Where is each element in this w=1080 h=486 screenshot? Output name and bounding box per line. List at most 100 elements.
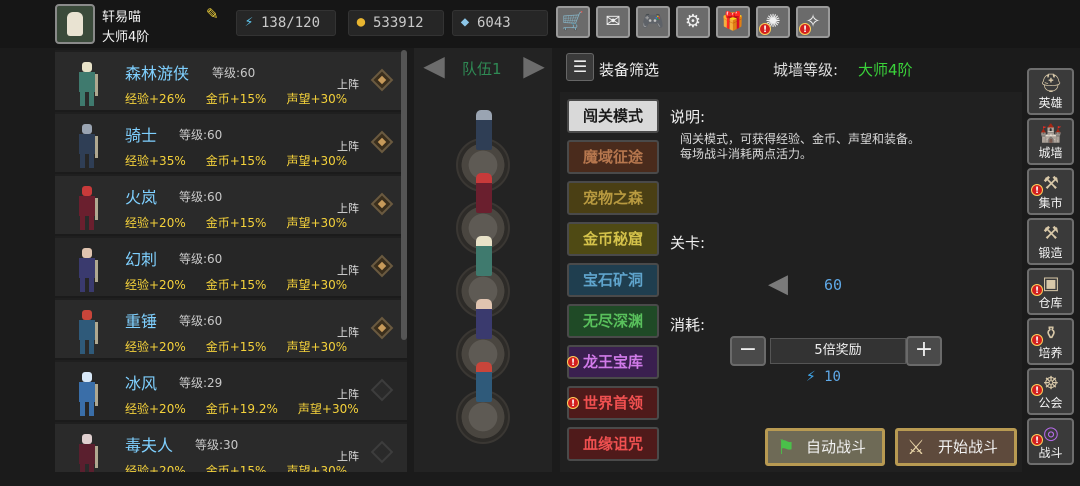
hero-sprite: [67, 430, 107, 472]
stage-label: 关卡:: [670, 234, 706, 252]
hero-name: 重锤: [125, 312, 158, 331]
side-menu-label: 公会: [1038, 396, 1063, 410]
hero-list[interactable]: 森林游侠 等级:60 经验+26% 金币+15% 声望+30% 上阵 骑士 等级:60 经验+3…: [55, 50, 407, 472]
hero-gold-bonus: 金币+15%: [205, 216, 267, 230]
mode-label: 无尽深渊: [582, 312, 643, 330]
gem-icon: ◆: [460, 14, 470, 30]
lightning-icon: ⚡: [806, 366, 816, 385]
hero-exp-bonus: 经验+20%: [125, 216, 186, 230]
side-menu-battle-portal[interactable]: ◎ 战斗!: [1027, 418, 1074, 465]
deploy-toggle-icon[interactable]: [370, 316, 394, 340]
equipment-filter-button[interactable]: ☰: [566, 53, 594, 81]
mode-button[interactable]: 宝石矿洞: [567, 263, 659, 297]
team-prev-arrow-icon[interactable]: ◀: [418, 52, 450, 82]
hero-fame-bonus: 声望+30%: [286, 92, 348, 106]
mode-button[interactable]: 无尽深渊: [567, 304, 659, 338]
mode-button[interactable]: 世界首领!: [567, 386, 659, 420]
settings-gear-icon: ⚙: [684, 11, 702, 32]
anvil-icon: ⚒: [1042, 223, 1060, 244]
hero-sprite: [67, 244, 107, 294]
hero-name: 骑士: [125, 126, 158, 145]
hero-gold-bonus: 金币+15%: [205, 92, 267, 106]
side-menu-castle-wall[interactable]: 🏰 城墙: [1027, 118, 1074, 165]
team-hero-sprite: [476, 236, 492, 276]
deploy-toggle-icon[interactable]: [370, 68, 394, 92]
settings-gear-button[interactable]: ⚙: [676, 6, 710, 38]
description-line-1: 闯关模式，可获得经验、金币、声望和装备。: [680, 132, 921, 146]
hero-bonuses: 经验+26% 金币+15% 声望+30%: [125, 90, 367, 107]
mode-label: 金币秘窟: [582, 230, 643, 248]
deploy-toggle-icon[interactable]: [370, 130, 394, 154]
mode-label: 魔域征途: [582, 148, 643, 166]
alert-badge: !: [1031, 384, 1043, 396]
team-slot[interactable]: [456, 362, 510, 444]
equipment-filter-label: 装备筛选: [599, 61, 660, 79]
hero-row[interactable]: 幻刺 等级:60 经验+20% 金币+15% 声望+30% 上阵: [55, 238, 407, 298]
hero-level: 等级:60: [179, 314, 223, 328]
multiplier-increase-button[interactable]: +: [906, 336, 942, 366]
hero-list-scrollbar[interactable]: [401, 50, 407, 340]
deploy-toggle-icon[interactable]: [370, 254, 394, 278]
hero-deploy-label: 上阵: [337, 388, 359, 401]
mode-button[interactable]: 魔域征途: [567, 140, 659, 174]
team-hero-sprite: [476, 299, 492, 339]
side-menu-anvil[interactable]: ⚒ 锻造: [1027, 218, 1074, 265]
mode-label: 宠物之森: [582, 189, 643, 207]
gift-button[interactable]: 🎁: [716, 6, 750, 38]
deploy-toggle-icon[interactable]: [370, 378, 394, 402]
shop-cart-button[interactable]: 🛒: [556, 6, 590, 38]
mode-label: 宝石矿洞: [582, 271, 643, 289]
deploy-toggle-icon[interactable]: [370, 192, 394, 216]
player-avatar[interactable]: [55, 4, 95, 44]
mode-button[interactable]: 金币秘窟: [567, 222, 659, 256]
side-menu-label: 集市: [1038, 196, 1063, 210]
hero-name: 毒夫人: [125, 436, 174, 455]
side-menu-label: 仓库: [1038, 296, 1063, 310]
hero-sprite: [67, 120, 107, 170]
mode-button[interactable]: 血缘诅咒: [567, 427, 659, 461]
hero-bonuses: 经验+35% 金币+15% 声望+30%: [125, 152, 367, 169]
auto-battle-button[interactable]: ⚑ 自动战斗: [765, 428, 885, 466]
mode-button[interactable]: 闯关模式: [567, 99, 659, 133]
side-menu-training[interactable]: ⚱ 培养!: [1027, 318, 1074, 365]
hero-bonuses: 经验+20% 金币+19.2% 声望+30%: [125, 400, 379, 417]
side-menu-guild[interactable]: ☸ 公会!: [1027, 368, 1074, 415]
side-menu-hero-helmet[interactable]: ⛑ 英雄: [1027, 68, 1074, 115]
reward-multiplier-value: 5倍奖励: [770, 338, 906, 364]
mode-detail-panel: 说明: 闯关模式，可获得经验、金币、声望和装备。 每场战斗消耗两点活力。 关卡:…: [664, 92, 1022, 472]
alert-badge: !: [1031, 434, 1043, 446]
description-line-2: 每场战斗消耗两点活力。: [680, 147, 813, 161]
description-label: 说明:: [670, 108, 706, 126]
side-menu-market[interactable]: ⚒ 集市!: [1027, 168, 1074, 215]
gold-coin-icon: ●: [356, 14, 366, 30]
event-button[interactable]: ✧!: [796, 6, 830, 38]
hero-row[interactable]: 森林游侠 等级:60 经验+26% 金币+15% 声望+30% 上阵: [55, 52, 407, 112]
hero-row[interactable]: 火岚 等级:60 经验+20% 金币+15% 声望+30% 上阵: [55, 176, 407, 236]
hero-fame-bonus: 声望+30%: [286, 278, 348, 292]
side-menu-warehouse-chest[interactable]: ▣ 仓库!: [1027, 268, 1074, 315]
mode-button[interactable]: 龙王宝库!: [567, 345, 659, 379]
hero-fame-bonus: 声望+30%: [286, 340, 348, 354]
mode-button[interactable]: 宠物之森: [567, 181, 659, 215]
mode-label: 世界首领: [582, 394, 643, 412]
lucky-wheel-button[interactable]: ✺!: [756, 6, 790, 38]
gamepad-button[interactable]: 🎮: [636, 6, 670, 38]
start-battle-button[interactable]: ⚔ 开始战斗: [895, 428, 1017, 466]
hero-row[interactable]: 骑士 等级:60 经验+35% 金币+15% 声望+30% 上阵: [55, 114, 407, 174]
hero-level: 等级:60: [179, 252, 223, 266]
alert-badge: !: [1031, 334, 1043, 346]
deploy-toggle-icon[interactable]: [370, 440, 394, 464]
auto-battle-label: 自动战斗: [806, 438, 867, 456]
hero-row[interactable]: 重锤 等级:60 经验+20% 金币+15% 声望+30% 上阵: [55, 300, 407, 360]
hero-sprite: [67, 58, 107, 108]
hero-level: 等级:30: [195, 438, 239, 452]
stage-prev-arrow-icon[interactable]: ◀: [768, 270, 796, 298]
edit-name-icon[interactable]: ✎: [206, 6, 222, 22]
energy-cost: ⚡ 10: [806, 366, 841, 385]
multiplier-decrease-button[interactable]: −: [730, 336, 766, 366]
side-menu-label: 培养: [1038, 346, 1063, 360]
hero-row[interactable]: 毒夫人 等级:30 经验+20% 金币+15% 声望+30% 上阵: [55, 424, 407, 472]
team-next-arrow-icon[interactable]: ▶: [518, 52, 550, 82]
hero-row[interactable]: 冰风 等级:29 经验+20% 金币+19.2% 声望+30% 上阵: [55, 362, 407, 422]
mail-button[interactable]: ✉: [596, 6, 630, 38]
